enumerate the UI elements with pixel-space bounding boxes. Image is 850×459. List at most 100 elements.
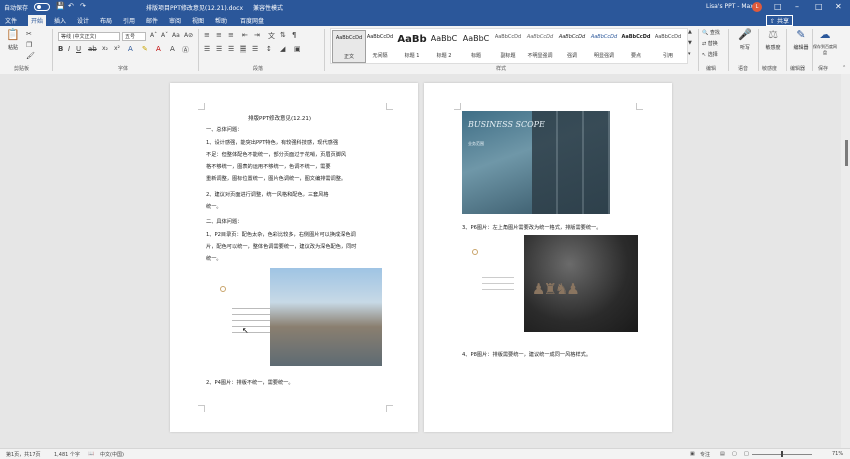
style-strong[interactable]: AaBbCcDd 要点 [620,30,652,61]
justify-icon[interactable]: ☰ [240,45,247,53]
word-count[interactable]: 1,481 个字 [54,451,80,458]
share-button[interactable]: ⇧ 共享 [766,15,793,26]
undo-icon[interactable]: ↶ [68,2,74,10]
style-intense-emphasis[interactable]: AaBbCcDd 明显强调 [588,30,620,61]
subscript-icon[interactable]: x₂ [102,45,108,52]
clipboard-icon: 📋 [6,28,20,41]
style-title[interactable]: AaBbC 标题 [460,30,492,61]
focus-icon[interactable]: ▣ [690,451,695,457]
gallery-more-icon[interactable]: ▾ [688,51,691,57]
scrollbar-thumb[interactable] [845,140,848,166]
style-normal[interactable]: AaBbCcDd 正文 [332,30,366,63]
style-quote[interactable]: AaBbCcDd 引用 [652,30,684,61]
vertical-scrollbar[interactable] [841,74,850,448]
gallery-down-icon[interactable]: ▼ [688,40,692,46]
paste-button[interactable]: 📋 粘贴 [2,28,24,51]
show-marks-icon[interactable]: ¶ [292,31,296,39]
sensitivity-button[interactable]: ⚖ 敏感度 [758,28,788,51]
focus-label[interactable]: 专注 [700,451,710,458]
read-mode-icon[interactable]: ▤ [720,451,725,457]
clear-format-icon[interactable]: A⊘ [184,32,193,39]
redo-icon[interactable]: ↷ [80,2,86,10]
format-painter-icon[interactable]: 🖌 [26,52,35,60]
style-subtitle[interactable]: AaBbCcDd 副标题 [492,30,524,61]
style-no-spacing[interactable]: AaBbCcDd 无间隔 [364,30,396,61]
select-button[interactable]: ↖ 选择 [702,51,718,58]
language[interactable]: 中文(中国) [100,451,124,458]
save-icon[interactable]: 💾 [56,2,65,10]
superscript-icon[interactable]: x² [114,45,120,52]
print-layout-icon[interactable]: ▢ [732,451,737,457]
style-heading-1[interactable]: AaBb 标题 1 [396,30,428,61]
autosave-toggle[interactable] [34,3,50,11]
proofing-icon[interactable]: 📖 [88,451,94,457]
align-center-icon[interactable]: ☰ [216,45,222,53]
user-name[interactable]: Lisa's PPT - Max [706,3,754,10]
tab-review[interactable]: 审阅 [169,16,181,25]
style-heading-2[interactable]: AaBbC 标题 2 [428,30,460,61]
chinese-layout-icon[interactable]: 文 [268,31,275,41]
numbering-icon[interactable]: ≡ [216,31,222,39]
font-name-select[interactable]: 等线 (中文正文) [58,32,120,41]
align-left-icon[interactable]: ☰ [204,45,210,53]
replace-button[interactable]: ⇄ 替换 [702,40,718,47]
collapse-ribbon-icon[interactable]: ⌃ [842,65,846,71]
borders-icon[interactable]: ▣ [294,45,301,53]
page-1[interactable]: 排版PPT修改意见(12.21) 一、总体问题： 1、设计感强，能突出PPT特色… [170,83,418,432]
style-sample: AaBbCcDd [366,34,394,40]
style-emphasis[interactable]: AaBbCcDd 强调 [556,30,588,61]
close-icon[interactable]: ✕ [835,2,842,11]
tab-design[interactable]: 设计 [77,16,89,25]
increase-indent-icon[interactable]: ⇥ [254,31,260,39]
font-color-icon[interactable]: A [156,45,161,53]
cut-icon[interactable]: ✂ [26,30,32,38]
copy-icon[interactable]: ❐ [26,41,32,49]
minimize-icon[interactable]: – [795,2,799,11]
enclosed-char-icon[interactable]: Ⓐ [182,45,189,55]
sort-icon[interactable]: ⇅ [280,31,286,39]
shrink-font-icon[interactable]: Aˇ [161,32,168,39]
tab-insert[interactable]: 插入 [54,16,66,25]
highlight-icon[interactable]: ✎ [142,45,148,53]
multilevel-list-icon[interactable]: ≡ [228,31,234,39]
text-effects-icon[interactable]: A [128,45,133,53]
baidu-save-button[interactable]: ☁ 保存到百度网盘 [812,28,838,56]
font-size-select[interactable]: 五号 [122,32,146,41]
bold-icon[interactable]: B [58,45,63,53]
slide-image-p4[interactable]: ↖ [220,268,382,366]
style-subtle-emphasis[interactable]: AaBbCcDd 不明显强调 [524,30,556,61]
avatar[interactable]: L [752,2,762,12]
slide-image-business-scope[interactable]: BUSINESS SCOPE 业务范围 [462,111,610,214]
char-shading-icon[interactable]: A [170,45,175,53]
underline-icon[interactable]: U [76,45,81,53]
page-count[interactable]: 第1页，共17页 [6,451,41,458]
tab-file[interactable]: 文件 [5,16,17,25]
distributed-icon[interactable]: ☰ [252,45,258,53]
decrease-indent-icon[interactable]: ⇤ [242,31,248,39]
gallery-up-icon[interactable]: ▲ [688,29,692,35]
zoom-level[interactable]: 71% [832,451,843,457]
tab-layout[interactable]: 布局 [100,16,112,25]
bullets-icon[interactable]: ≡ [204,31,210,39]
find-button[interactable]: 🔍 查找 [702,29,720,36]
tab-help[interactable]: 帮助 [215,16,227,25]
italic-icon[interactable]: I [68,45,70,53]
tab-mailings[interactable]: 邮件 [146,16,158,25]
tab-baidu[interactable]: 百度网盘 [240,16,264,25]
dictate-button[interactable]: 🎤 听写 [730,28,760,51]
page-2[interactable]: BUSINESS SCOPE 业务范围 3、P6图片：左上角图片需要改为统一格式… [424,83,672,432]
maximize-icon[interactable]: □ [815,2,823,11]
ribbon-display-icon[interactable]: □ [774,2,782,11]
slide-image-chess[interactable]: ♟♜♞♟ [462,235,638,332]
align-right-icon[interactable]: ☰ [228,45,234,53]
shading-icon[interactable]: ◢ [280,45,285,53]
zoom-slider-thumb[interactable] [781,451,783,457]
strikethrough-icon[interactable]: ab [88,45,97,53]
line-spacing-icon[interactable]: ↕ [266,45,272,53]
grow-font-icon[interactable]: Aˆ [150,32,157,39]
tab-references[interactable]: 引用 [123,16,135,25]
change-case-icon[interactable]: Aa [172,32,180,39]
web-layout-icon[interactable]: □ [744,451,749,457]
doc-caption: 2、P4图片：排版不统一，需要统一。 [206,380,294,386]
tab-view[interactable]: 视图 [192,16,204,25]
